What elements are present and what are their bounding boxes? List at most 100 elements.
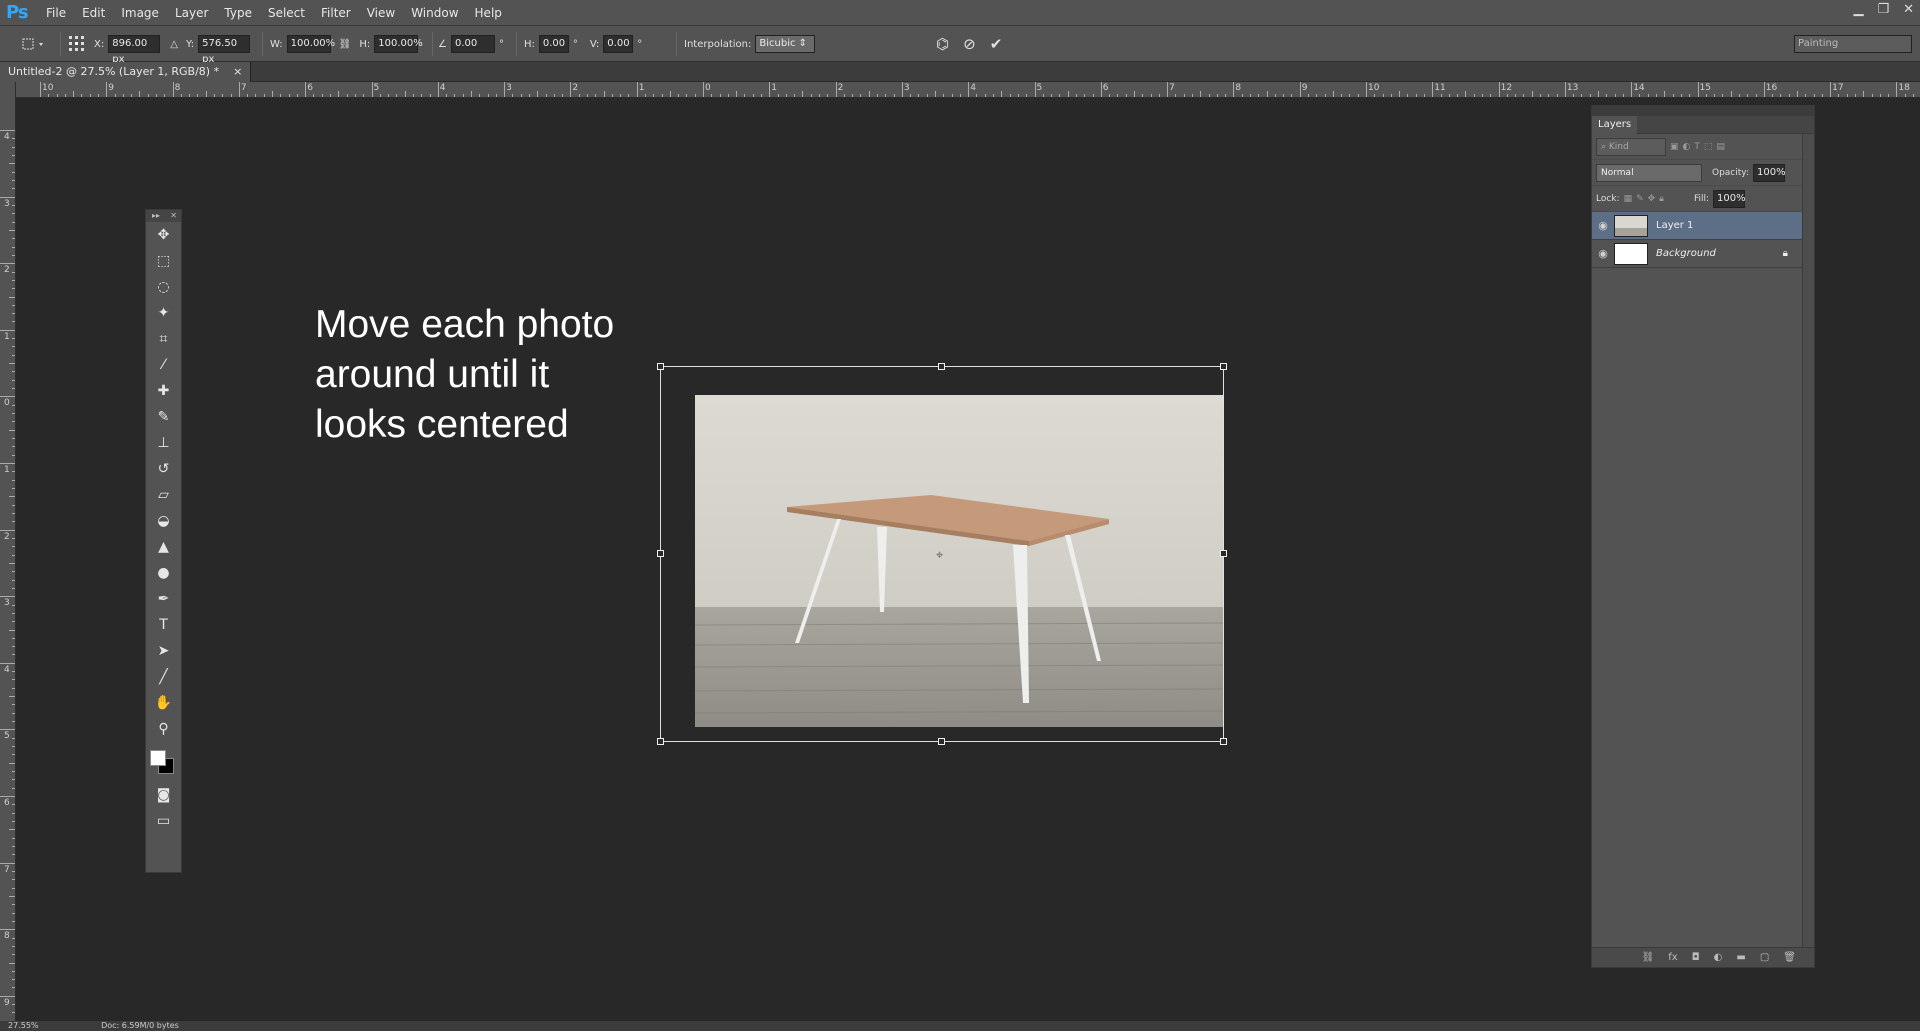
ruler-tick — [12, 454, 15, 456]
delete-layer-icon[interactable]: 🗑︎ — [1783, 952, 1796, 963]
path-select-icon[interactable]: ➤ — [146, 638, 181, 664]
link-layers-icon[interactable]: ⛓ — [1642, 952, 1655, 963]
workspace-select[interactable]: Painting — [1794, 35, 1912, 53]
fill-field[interactable]: 100% — [1713, 189, 1746, 208]
new-group-icon[interactable]: ▬ — [1736, 952, 1745, 963]
add-mask-icon[interactable]: ◘ — [1692, 952, 1700, 963]
rotate-field[interactable]: 0.00 — [450, 35, 495, 53]
width-field[interactable]: 100.00% — [286, 35, 335, 53]
transform-tool-preset[interactable] — [20, 26, 48, 62]
zoom-level[interactable]: 27.55% — [8, 1021, 39, 1030]
zoom-icon[interactable]: ⚲ — [146, 716, 181, 742]
screen-mode-icon[interactable]: ▭ — [146, 808, 181, 834]
filter-shape-icon[interactable]: ⬚ — [1704, 142, 1713, 152]
color-swatches[interactable] — [146, 742, 181, 782]
hskew-field[interactable]: 0.00 — [538, 35, 569, 53]
layer-row-background[interactable]: ◉ Background 🔒︎ — [1592, 240, 1814, 268]
kind-filter-select[interactable]: ⌕ Kind — [1596, 137, 1666, 156]
menu-image[interactable]: Image — [113, 0, 167, 26]
hand-icon[interactable]: ✋ — [146, 690, 181, 716]
pen-icon[interactable]: ✒ — [146, 586, 181, 612]
menu-edit[interactable]: Edit — [74, 0, 113, 26]
menu-help[interactable]: Help — [467, 0, 510, 26]
menu-filter[interactable]: Filter — [313, 0, 359, 26]
lock-position-icon[interactable]: ✥ — [1648, 194, 1656, 204]
quick-mask-icon[interactable]: ◙ — [146, 782, 181, 808]
transform-handle-top-right[interactable] — [1220, 363, 1227, 370]
delta-icon[interactable]: △ — [170, 39, 178, 50]
lock-transparent-icon[interactable]: ▦ — [1624, 194, 1633, 204]
menu-view[interactable]: View — [359, 0, 403, 26]
healing-brush-icon[interactable]: ✚ — [146, 378, 181, 404]
filter-type-icon[interactable]: T — [1694, 142, 1700, 152]
interpolation-select[interactable]: Bicubic ⇕ — [755, 35, 816, 53]
menu-select[interactable]: Select — [260, 0, 313, 26]
menu-file[interactable]: File — [38, 0, 74, 26]
line-icon[interactable]: ╱ — [146, 664, 181, 690]
transform-handle-bottom[interactable] — [938, 738, 945, 745]
move-tool-icon[interactable]: ✥ — [146, 222, 181, 248]
filter-adjustment-icon[interactable]: ◐ — [1683, 142, 1691, 152]
visibility-eye-icon[interactable]: ◉ — [1592, 219, 1614, 232]
warp-icon[interactable]: ⌬ — [936, 35, 949, 53]
paint-bucket-icon[interactable]: ◒ — [146, 508, 181, 534]
filter-smart-icon[interactable]: ▤ — [1716, 142, 1725, 152]
restore-icon[interactable]: ❐ — [1877, 2, 1889, 17]
lock-paint-icon[interactable]: ✎ — [1636, 194, 1644, 204]
transform-handle-bottom-left[interactable] — [657, 738, 664, 745]
marquee-icon[interactable]: ⬚ — [146, 248, 181, 274]
reference-point-icon[interactable] — [68, 26, 86, 62]
tab-close-icon[interactable]: × — [233, 62, 242, 82]
close-icon[interactable]: ✕ — [1903, 2, 1914, 17]
menu-type[interactable]: Type — [216, 0, 260, 26]
table-photo[interactable] — [695, 395, 1223, 727]
y-position-field[interactable]: 576.50 px — [198, 35, 251, 65]
document-size[interactable]: Doc: 6.59M/0 bytes — [101, 1021, 179, 1030]
eraser-icon[interactable]: ▱ — [146, 482, 181, 508]
layer-1-name[interactable]: Layer 1 — [1656, 220, 1693, 231]
lasso-icon[interactable]: ◌ — [146, 274, 181, 300]
layer-row-layer-1[interactable]: ◉ Layer 1 — [1592, 212, 1814, 240]
magic-wand-icon[interactable]: ✦ — [146, 300, 181, 326]
minimize-icon[interactable]: ▁ — [1853, 2, 1863, 17]
tools-panel-header[interactable]: ▸▸ ✕ — [146, 210, 181, 222]
new-layer-icon[interactable]: ▢ — [1760, 952, 1769, 963]
type-icon[interactable]: T — [146, 612, 181, 638]
menu-layer[interactable]: Layer — [167, 0, 216, 26]
layers-tab[interactable]: Layers — [1592, 115, 1638, 134]
ruler-vertical[interactable]: 4 3 2 1 0 1 2 3 4 5 6 7 8 9 — [0, 82, 16, 1031]
history-brush-icon[interactable]: ↺ — [146, 456, 181, 482]
vskew-field[interactable]: 0.00 — [603, 35, 634, 53]
transform-handle-bottom-right[interactable] — [1220, 738, 1227, 745]
dodge-icon[interactable]: ● — [146, 560, 181, 586]
eyedropper-icon[interactable]: ⁄ — [146, 352, 181, 378]
lock-all-icon[interactable]: 🔒︎ — [1659, 194, 1664, 204]
background-layer-name[interactable]: Background — [1656, 248, 1783, 259]
blend-mode-select[interactable]: Normal — [1596, 163, 1702, 182]
height-field[interactable]: 100.00% — [374, 35, 423, 53]
link-icon[interactable]: ⛓ — [339, 39, 352, 50]
ruler-horizontal[interactable]: 10 9 8 7 6 5 4 3 2 1 0 1 2 3 4 5 6 7 8 9 10 11 12 13 14 15 16 17 18 — [16, 82, 1920, 98]
opacity-field[interactable]: 100% — [1753, 163, 1786, 182]
layer-style-icon[interactable]: fx — [1668, 952, 1677, 963]
cancel-transform-icon[interactable]: ⊘ — [963, 35, 976, 53]
filter-pixel-icon[interactable]: ▣ — [1670, 142, 1679, 152]
layers-panel-topbar[interactable] — [1592, 106, 1814, 116]
reference-point-marker-icon[interactable]: ⌖ — [936, 548, 943, 563]
adjustment-layer-icon[interactable]: ◐ — [1714, 952, 1723, 963]
document-tab[interactable]: Untitled-2 @ 27.5% (Layer 1, RGB/8) * × — [0, 62, 252, 82]
foreground-color-swatch[interactable] — [150, 750, 166, 766]
transform-handle-top-left[interactable] — [657, 363, 664, 370]
visibility-eye-icon[interactable]: ◉ — [1592, 247, 1614, 260]
blur-icon[interactable]: ▲ — [146, 534, 181, 560]
x-position-field[interactable]: 896.00 px — [108, 35, 161, 65]
transform-handle-left[interactable] — [657, 550, 664, 557]
clone-stamp-icon[interactable]: ⊥ — [146, 430, 181, 456]
transform-handle-right[interactable] — [1220, 550, 1227, 557]
menu-window[interactable]: Window — [403, 0, 466, 26]
commit-transform-icon[interactable]: ✔ — [990, 35, 1003, 53]
brush-icon[interactable]: ✎ — [146, 404, 181, 430]
transform-handle-top[interactable] — [938, 363, 945, 370]
crop-icon[interactable]: ⌗ — [146, 326, 181, 352]
layers-scrollbar[interactable] — [1802, 134, 1814, 948]
